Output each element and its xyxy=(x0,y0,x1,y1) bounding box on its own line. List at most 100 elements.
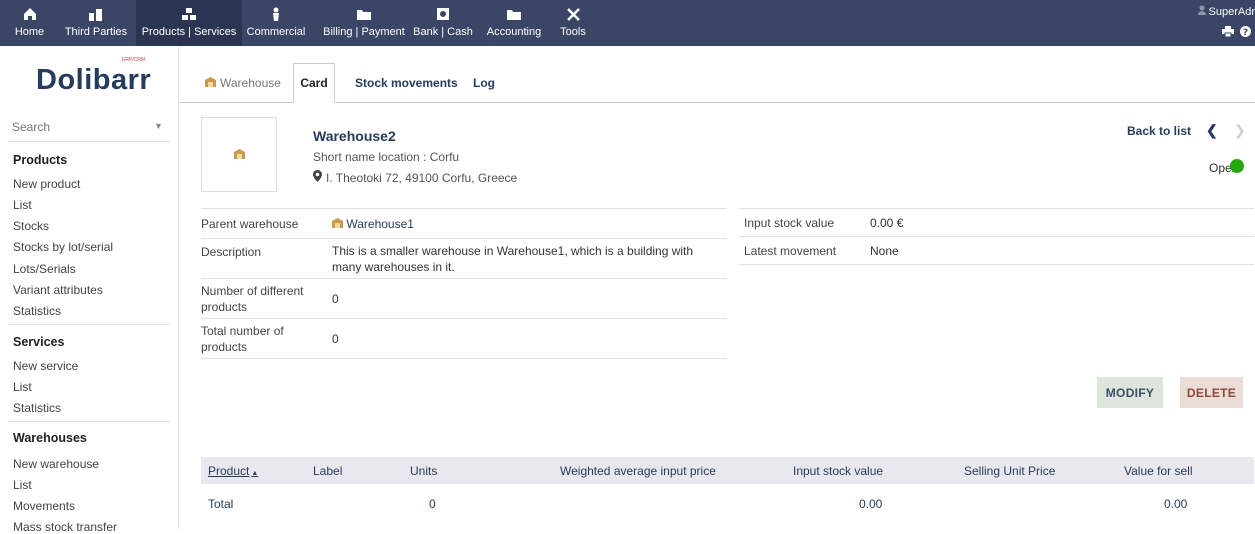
sidebar-item-stocks[interactable]: Stocks xyxy=(13,219,49,233)
column-selling-unit-price[interactable]: Selling Unit Price xyxy=(964,464,1055,478)
logo-subtitle: ERP/CRM xyxy=(122,57,146,63)
tab-warehouse-label: Warehouse xyxy=(220,76,281,90)
menu-home[interactable]: Home xyxy=(8,0,51,46)
search-dropdown-icon[interactable]: ▼ xyxy=(154,121,163,131)
sidebar-separator xyxy=(8,324,170,325)
warehouse-fields-right: Input stock value 0.00 € Latest movement… xyxy=(739,208,1254,265)
sidebar-section-services[interactable]: Services xyxy=(13,335,64,349)
tab-stock-movements[interactable]: Stock movements xyxy=(355,63,458,103)
map-marker-icon xyxy=(313,170,322,185)
menu-accounting[interactable]: Accounting xyxy=(483,0,545,46)
column-label[interactable]: Label xyxy=(313,464,342,478)
field-value: 0.00 € xyxy=(870,208,1254,237)
menu-bank-cash-label: Bank | Cash xyxy=(413,26,473,38)
product-list-table: Product ▲ Label Units Weighted average in… xyxy=(201,457,1254,511)
warehouse-address: I. Theotoki 72, 49100 Corfu, Greece xyxy=(313,170,517,185)
search-input[interactable] xyxy=(12,118,170,136)
previous-record-icon[interactable]: ❮ xyxy=(1206,122,1218,139)
billing-icon xyxy=(356,5,372,23)
sidebar-separator xyxy=(8,141,170,142)
field-value: Warehouse1 xyxy=(332,208,727,239)
sidebar-item-new-service[interactable]: New service xyxy=(13,359,78,373)
sidebar-item-movements[interactable]: Movements xyxy=(13,499,75,513)
menu-accounting-label: Accounting xyxy=(486,26,542,38)
sidebar-section-products[interactable]: Products xyxy=(13,153,67,167)
warehouse-thumbnail xyxy=(201,117,277,192)
menu-commercial-label: Commercial xyxy=(246,26,306,38)
page-title: Warehouse2 xyxy=(313,128,396,144)
parent-warehouse-link[interactable]: Warehouse1 xyxy=(346,217,414,231)
field-value: 0 xyxy=(332,278,727,319)
bank-icon xyxy=(436,5,450,23)
tab-card[interactable]: Card xyxy=(293,63,335,103)
tab-bar: Warehouse Card Stock movements Log xyxy=(179,63,1255,103)
menu-billing-payment[interactable]: Billing | Payment xyxy=(316,0,412,46)
back-to-list-link[interactable]: Back to list xyxy=(1127,124,1191,138)
field-label: Number of different products xyxy=(201,278,332,319)
tab-log[interactable]: Log xyxy=(473,63,495,103)
sidebar-item-service-statistics[interactable]: Statistics xyxy=(13,401,61,415)
menu-home-label: Home xyxy=(14,26,45,38)
svg-text:?: ? xyxy=(1243,28,1248,37)
commercial-icon xyxy=(271,5,281,23)
table-header xyxy=(201,457,1254,484)
delete-button[interactable]: DELETE xyxy=(1180,377,1243,408)
warehouse-icon xyxy=(233,148,245,162)
field-row-description: Description This is a smaller warehouse … xyxy=(201,238,727,279)
warehouse-fields-left: Parent warehouse Warehouse1 Description … xyxy=(201,208,727,359)
address-text: I. Theotoki 72, 49100 Corfu, Greece xyxy=(326,170,518,185)
top-tools: ? xyxy=(1222,26,1251,40)
home-icon xyxy=(23,5,37,23)
field-label: Parent warehouse xyxy=(201,208,332,239)
menu-third-parties[interactable]: Third Parties xyxy=(61,0,131,46)
field-row-total-products: Total number of products 0 xyxy=(201,318,727,359)
menu-tools-label: Tools xyxy=(560,26,586,38)
sidebar-item-new-product[interactable]: New product xyxy=(13,177,80,191)
sidebar-item-product-statistics[interactable]: Statistics xyxy=(13,304,61,318)
sidebar-section-warehouses[interactable]: Warehouses xyxy=(13,431,87,445)
total-units: 0 xyxy=(429,497,436,511)
help-icon[interactable]: ? xyxy=(1240,26,1251,40)
menu-third-parties-label: Third Parties xyxy=(64,26,128,38)
sidebar-item-lots-serials[interactable]: Lots/Serials xyxy=(13,262,76,276)
dolibarr-logo[interactable]: Dolibarr xyxy=(36,64,151,97)
user-menu[interactable]: SuperAdr xyxy=(1197,5,1255,18)
field-row-latest-movement: Latest movement None xyxy=(739,236,1254,265)
field-value: 0 xyxy=(332,318,727,359)
sidebar-item-warehouses-list[interactable]: List xyxy=(13,478,32,492)
field-row-input-stock-value: Input stock value 0.00 € xyxy=(739,208,1254,237)
sort-asc-icon: ▲ xyxy=(251,470,259,477)
field-row-parent: Parent warehouse Warehouse1 xyxy=(201,208,727,239)
menu-tools[interactable]: Tools xyxy=(557,0,589,46)
column-weighted-price[interactable]: Weighted average input price xyxy=(560,464,716,478)
short-name-location: Short name location : Corfu xyxy=(313,150,460,164)
warehouse-icon xyxy=(332,217,343,231)
print-icon[interactable] xyxy=(1222,26,1234,40)
menu-bank-cash[interactable]: Bank | Cash xyxy=(410,0,476,46)
tab-warehouse[interactable]: Warehouse xyxy=(205,63,281,103)
field-label: Latest movement xyxy=(739,236,870,265)
field-value: This is a smaller warehouse in Warehouse… xyxy=(332,238,727,279)
column-product[interactable]: Product ▲ xyxy=(208,464,258,478)
column-units[interactable]: Units xyxy=(410,464,437,478)
modify-button[interactable]: MODIFY xyxy=(1097,377,1163,408)
next-record-icon: ❯ xyxy=(1234,122,1246,138)
sidebar-item-mass-stock-transfer[interactable]: Mass stock transfer xyxy=(13,520,117,534)
sidebar-item-stocks-by-lot[interactable]: Stocks by lot/serial xyxy=(13,240,113,254)
top-menu-bar: Home Third Parties Products | Services C… xyxy=(0,0,1255,46)
menu-products-services-label: Products | Services xyxy=(141,26,237,38)
sidebar-item-new-warehouse[interactable]: New warehouse xyxy=(13,457,99,471)
sidebar-item-products-list[interactable]: List xyxy=(13,198,32,212)
column-input-stock-value[interactable]: Input stock value xyxy=(793,464,883,478)
menu-commercial[interactable]: Commercial xyxy=(244,0,308,46)
menu-billing-payment-label: Billing | Payment xyxy=(323,26,405,38)
tools-icon xyxy=(566,5,581,23)
sidebar-item-variant-attributes[interactable]: Variant attributes xyxy=(13,283,103,297)
total-value-for-sell: 0.00 xyxy=(1164,497,1188,511)
column-value-for-sell[interactable]: Value for sell xyxy=(1124,464,1192,478)
menu-products-services[interactable]: Products | Services xyxy=(136,0,242,46)
field-label: Description xyxy=(201,238,332,279)
field-value: None xyxy=(870,236,1254,265)
status-open-indicator xyxy=(1230,159,1244,173)
sidebar-item-services-list[interactable]: List xyxy=(13,380,32,394)
